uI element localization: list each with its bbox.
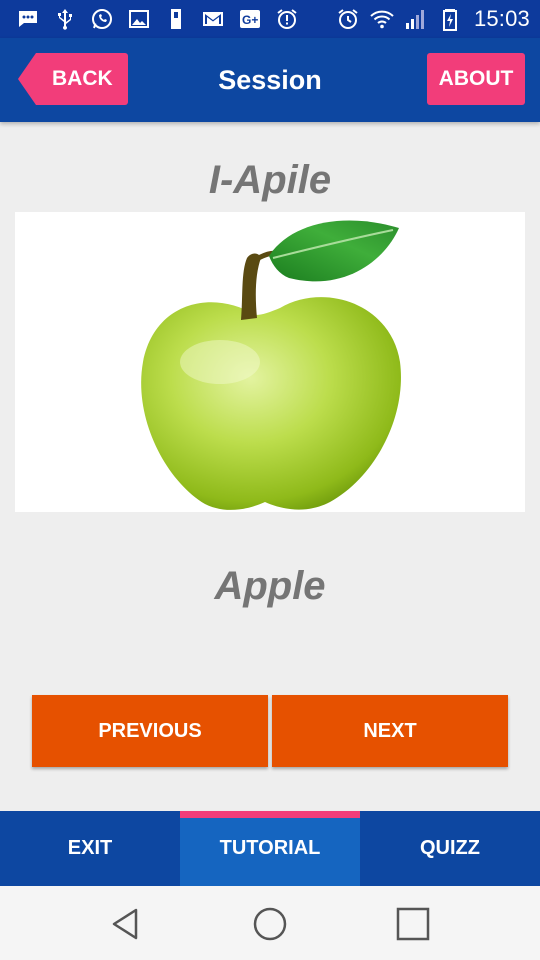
gmail-icon [201,7,225,31]
app-toolbar: BACK Session ABOUT [0,38,540,122]
tab-tutorial[interactable]: TUTORIAL [180,811,360,886]
back-button-label: BACK [52,67,113,90]
word-title: I-Apile [208,158,332,202]
notification-icons: G+ [16,0,299,38]
previous-button[interactable]: PREVIOUS [32,695,268,767]
recents-square-icon[interactable] [393,904,433,944]
chat-icon [16,7,40,31]
system-navigation-bar [0,886,540,960]
tab-exit[interactable]: EXIT [0,811,180,886]
back-triangle-icon[interactable] [106,904,146,944]
back-button[interactable]: BACK [18,53,128,105]
next-button[interactable]: NEXT [272,695,508,767]
system-status-icons: 15:03 [336,0,530,38]
image-icon [127,7,151,31]
battery-charging-icon [438,7,462,31]
bottom-tab-bar: EXIT TUTORIAL QUIZZ [0,811,540,886]
google-plus-icon: G+ [238,7,262,31]
word-image [15,212,525,512]
about-button[interactable]: ABOUT [427,53,525,105]
signal-icon [404,7,428,31]
word-translation: Apple [214,564,326,608]
wifi-icon [370,7,394,31]
usb-icon [53,7,77,31]
green-apple-icon [141,220,401,510]
tab-quizz[interactable]: QUIZZ [360,811,540,886]
clock: 15:03 [473,6,530,31]
alarm-icon [336,7,360,31]
svg-text:G+: G+ [242,13,258,27]
status-bar: G+ 15:03 [0,0,540,38]
whatsapp-icon [90,7,114,31]
sd-card-icon [164,7,188,31]
alarm-alert-icon [275,7,299,31]
home-circle-icon[interactable] [250,904,290,944]
